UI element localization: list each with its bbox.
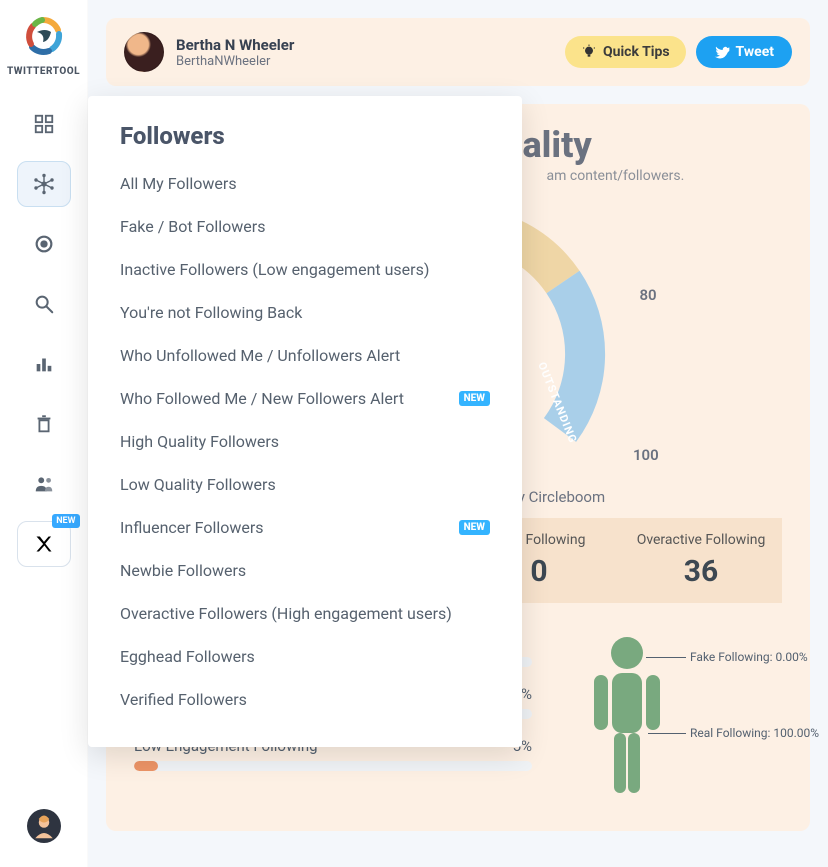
followers-dropdown: Followers All My Followers Fake / Bot Fo…	[88, 96, 522, 747]
tweet-label: Tweet	[736, 44, 774, 60]
dashboard-icon	[33, 113, 55, 135]
dd-fake-bot-followers[interactable]: Fake / Bot Followers	[88, 205, 522, 248]
dd-new-followers-alert[interactable]: Who Followed Me / New Followers AlertNEW	[88, 377, 522, 420]
nav-dashboard[interactable]	[17, 101, 71, 147]
person-icon	[582, 633, 672, 803]
dd-not-following-back[interactable]: You're not Following Back	[88, 291, 522, 334]
anno-fake: Fake Following: 0.00%	[690, 650, 808, 664]
person-figure: Fake Following: 0.00% Real Following: 10…	[562, 633, 782, 803]
header-bar: Bertha N Wheeler BerthaNWheeler Quick Ti…	[106, 18, 810, 86]
nav-delete[interactable]	[17, 401, 71, 447]
gauge-tick-100: 100	[633, 446, 659, 464]
stat-label: Overactive Following	[628, 532, 774, 548]
stat-value: 36	[628, 554, 774, 589]
new-badge: NEW	[459, 391, 490, 406]
user-avatar-mini[interactable]	[27, 809, 61, 843]
dd-newbie-followers[interactable]: Newbie Followers	[88, 549, 522, 592]
logo-icon	[21, 14, 65, 58]
x-logo-icon	[34, 534, 54, 554]
trash-icon	[33, 413, 55, 435]
quick-tips-button[interactable]: Quick Tips	[565, 36, 686, 68]
dd-unfollowers-alert[interactable]: Who Unfollowed Me / Unfollowers Alert	[88, 334, 522, 377]
sidebar: TWITTERTOOL NEW	[0, 0, 88, 867]
avatar-icon	[30, 812, 58, 840]
stat-overactive-following: Overactive Following 36	[620, 518, 782, 603]
dd-overactive-followers[interactable]: Overactive Followers (High engagement us…	[88, 592, 522, 635]
profile-handle: BerthaNWheeler	[176, 54, 294, 69]
users-icon	[32, 473, 56, 495]
search-icon	[33, 293, 55, 315]
dd-low-quality-followers[interactable]: Low Quality Followers	[88, 463, 522, 506]
target-icon	[33, 233, 55, 255]
tweet-button[interactable]: Tweet	[696, 36, 792, 68]
nav-network[interactable]	[17, 161, 71, 207]
dd-influencer-followers[interactable]: Influencer FollowersNEW	[88, 506, 522, 549]
quick-tips-label: Quick Tips	[603, 44, 670, 60]
dd-inactive-followers[interactable]: Inactive Followers (Low engagement users…	[88, 248, 522, 291]
nav-x-new-badge: NEW	[52, 514, 79, 528]
dd-verified-followers[interactable]: Verified Followers	[88, 678, 522, 721]
network-icon	[32, 172, 56, 196]
profile-block[interactable]: Bertha N Wheeler BerthaNWheeler	[124, 32, 294, 72]
lightbulb-icon	[581, 44, 597, 60]
brand-text: TWITTERTOOL	[7, 66, 80, 77]
nav-target[interactable]	[17, 221, 71, 267]
profile-avatar	[124, 32, 164, 72]
dd-egghead-followers[interactable]: Egghead Followers	[88, 635, 522, 678]
gauge-tick-80: 80	[639, 286, 656, 304]
nav-x[interactable]: NEW	[17, 521, 71, 567]
bar-chart-icon	[33, 353, 55, 375]
nav-search[interactable]	[17, 281, 71, 327]
nav-users[interactable]	[17, 461, 71, 507]
header-actions: Quick Tips Tweet	[565, 36, 792, 68]
new-badge: NEW	[459, 520, 490, 535]
dd-high-quality-followers[interactable]: High Quality Followers	[88, 420, 522, 463]
anno-real: Real Following: 100.00%	[690, 726, 819, 740]
dd-all-my-followers[interactable]: All My Followers	[88, 162, 522, 205]
nav-analytics[interactable]	[17, 341, 71, 387]
brand-logo: TWITTERTOOL	[7, 14, 80, 77]
profile-name: Bertha N Wheeler	[176, 36, 294, 54]
dropdown-title: Followers	[88, 122, 522, 162]
twitter-bird-icon	[714, 44, 730, 60]
